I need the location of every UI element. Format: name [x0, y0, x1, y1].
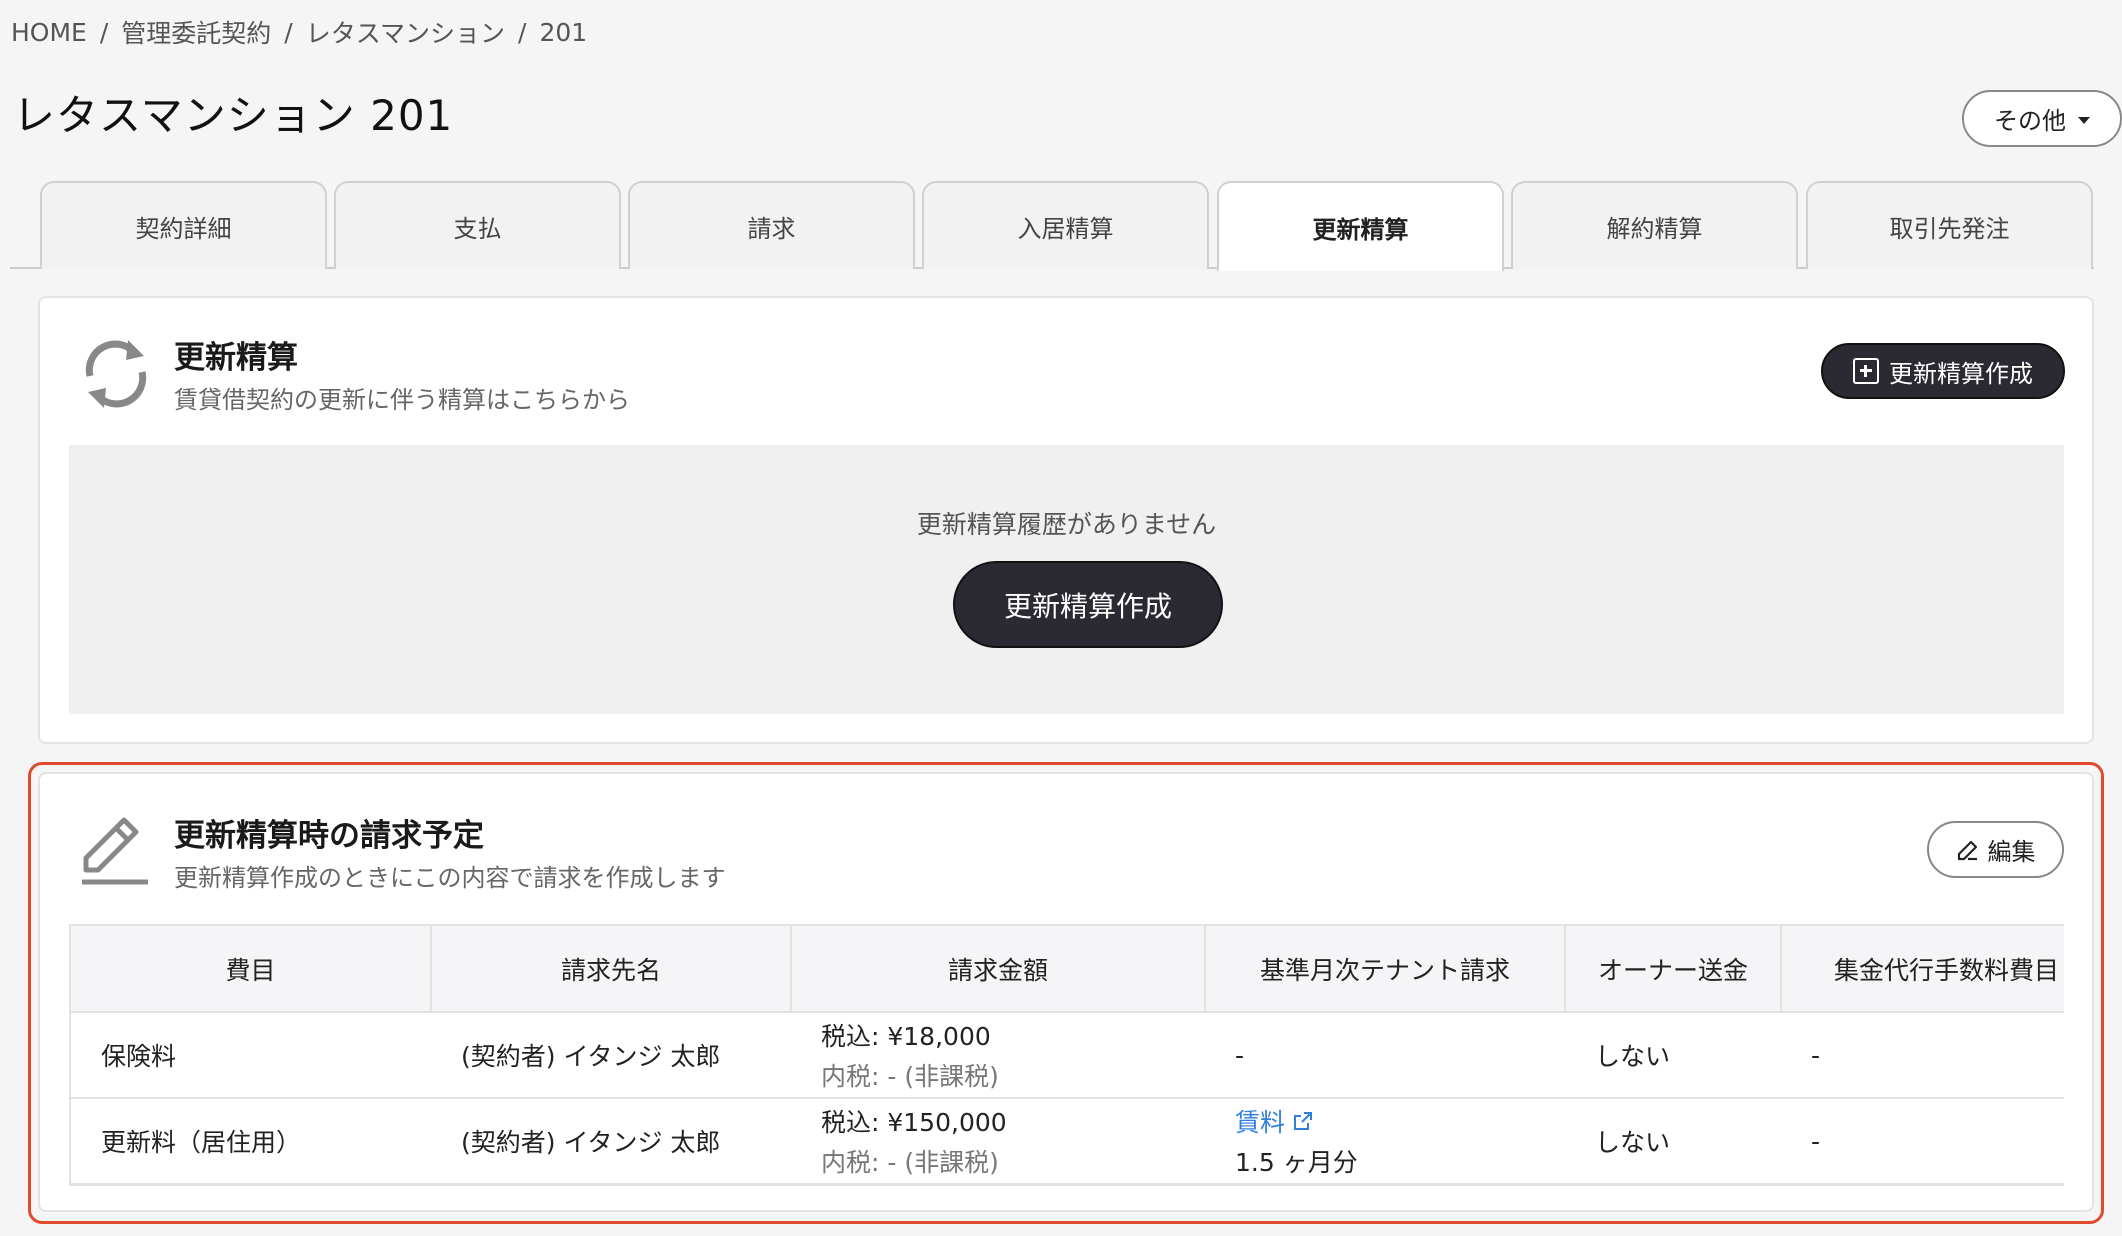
cell-payer: (契約者) イタンジ 太郎: [431, 1012, 791, 1099]
page-title: レタスマンション 201: [13, 91, 454, 140]
breadcrumb-home[interactable]: HOME: [11, 18, 87, 47]
cell-base-monthly: -: [1205, 1012, 1565, 1099]
table-row: 保険料 (契約者) イタンジ 太郎 税込: ¥18,000 内税: - (非課税…: [71, 1012, 2064, 1099]
renewal-settlement-card: 更新精算 賃貸借契約の更新に伴う精算はこちらから 更新精算作成 更新精算履歴があ…: [38, 296, 2094, 744]
renewal-section-subtitle: 賃貸借契約の更新に伴う精算はこちらから: [174, 386, 630, 414]
column-header: 基準月次テナント請求: [1205, 926, 1566, 1013]
tab-label: 更新精算: [1312, 215, 1409, 244]
breadcrumb-current: 201: [539, 17, 588, 47]
tax-text: 内税: - (非課税): [821, 1062, 999, 1091]
cell-payer: (契約者) イタンジ 太郎: [431, 1098, 791, 1184]
breadcrumb-separator: /: [99, 17, 109, 47]
edit-button[interactable]: 編集: [1927, 821, 2064, 878]
table-row: 更新料（居住用） (契約者) イタンジ 太郎 税込: ¥150,000 内税: …: [71, 1098, 2064, 1184]
billing-section-title: 更新精算時の請求予定: [174, 818, 484, 854]
refresh-icon: [85, 340, 147, 408]
rent-months-text: 1.5 ヶ月分: [1235, 1148, 1358, 1177]
tab-renewal-settlement[interactable]: 更新精算: [1217, 181, 1504, 271]
column-header: 請求金額: [791, 926, 1206, 1013]
edit-pencil-icon: [1957, 840, 1977, 860]
caret-down-icon: [2078, 116, 2090, 124]
breadcrumb-contracts[interactable]: 管理委託契約: [121, 14, 271, 50]
tab-payment[interactable]: 支払: [334, 181, 621, 269]
tab-vendor-orders[interactable]: 取引先発注: [1806, 181, 2093, 269]
tab-move-in-settlement[interactable]: 入居精算: [922, 181, 1209, 269]
billing-schedule-card: 更新精算時の請求予定 更新精算作成のときにこの内容で請求を作成します 編集 費目…: [38, 772, 2094, 1212]
tab-bar: 契約詳細 支払 請求 入居精算 更新精算 解約精算 取引先発注: [10, 181, 2094, 271]
tab-cancellation-settlement[interactable]: 解約精算: [1511, 181, 1798, 269]
breadcrumb-separator: /: [518, 17, 527, 47]
tab-label: 取引先発注: [1889, 214, 2010, 243]
breadcrumb-separator: /: [284, 17, 293, 47]
cell-item: 更新料（居住用）: [71, 1098, 431, 1184]
rent-link-label: 賃料: [1235, 1108, 1286, 1137]
cell-base-monthly: 賃料 1.5 ヶ月分: [1205, 1098, 1565, 1184]
edit-button-label: 編集: [1987, 838, 2036, 866]
billing-table: 費目 請求先名 請求金額 基準月次テナント請求 オーナー送金 集金代行手数料費目…: [71, 926, 2064, 1184]
external-link-icon: [1294, 1112, 1313, 1130]
rent-link[interactable]: 賃料: [1235, 1103, 1313, 1139]
column-header: 集金代行手数料費目: [1781, 926, 2064, 1013]
cell-fee-item: -: [1781, 1098, 2064, 1184]
tab-billing[interactable]: 請求: [628, 181, 915, 269]
amount-text: 税込: ¥150,000: [821, 1108, 1007, 1137]
breadcrumb: HOME / 管理委託契約 / レタスマンション / 201: [11, 14, 587, 50]
other-button-label: その他: [1994, 107, 2066, 135]
other-menu-button[interactable]: その他: [1962, 90, 2122, 147]
column-header: 費目: [71, 926, 432, 1013]
billing-section-subtitle: 更新精算作成のときにこの内容で請求を作成します: [174, 864, 726, 892]
cell-item: 保険料: [71, 1012, 431, 1099]
cell-amount: 税込: ¥18,000 内税: - (非課税): [791, 1012, 1205, 1099]
amount-text: 税込: ¥18,000: [821, 1022, 991, 1051]
tab-label: 入居精算: [1017, 214, 1114, 243]
tab-label: 請求: [747, 214, 796, 243]
table-header-row: 費目 請求先名 請求金額 基準月次テナント請求 オーナー送金 集金代行手数料費目: [71, 926, 2064, 1013]
tab-label: 解約精算: [1606, 214, 1703, 243]
tab-label: 契約詳細: [135, 214, 232, 243]
pencil-icon: [82, 817, 148, 885]
cell-amount: 税込: ¥150,000 内税: - (非課税): [791, 1098, 1205, 1184]
column-header: 請求先名: [431, 926, 792, 1013]
empty-state: 更新精算履歴がありません 更新精算作成: [69, 445, 2064, 714]
tab-label: 支払: [453, 214, 502, 243]
empty-state-text: 更新精算履歴がありません: [916, 510, 1217, 539]
billing-table-container: 費目 請求先名 請求金額 基準月次テナント請求 オーナー送金 集金代行手数料費目…: [69, 924, 2064, 1186]
renewal-section-title: 更新精算: [174, 340, 298, 376]
create-renewal-center-button[interactable]: 更新精算作成: [953, 561, 1223, 648]
column-header: オーナー送金: [1565, 926, 1782, 1013]
add-box-icon: [1853, 358, 1879, 384]
create-renewal-label: 更新精算作成: [1889, 359, 2033, 388]
cell-fee-item: -: [1781, 1012, 2064, 1099]
create-renewal-button[interactable]: 更新精算作成: [1821, 343, 2065, 399]
tax-text: 内税: - (非課税): [821, 1148, 999, 1177]
tab-contract-details[interactable]: 契約詳細: [40, 181, 327, 269]
cell-owner-remit: しない: [1565, 1012, 1781, 1099]
breadcrumb-building[interactable]: レタスマンション: [306, 14, 505, 50]
cell-owner-remit: しない: [1565, 1098, 1781, 1184]
